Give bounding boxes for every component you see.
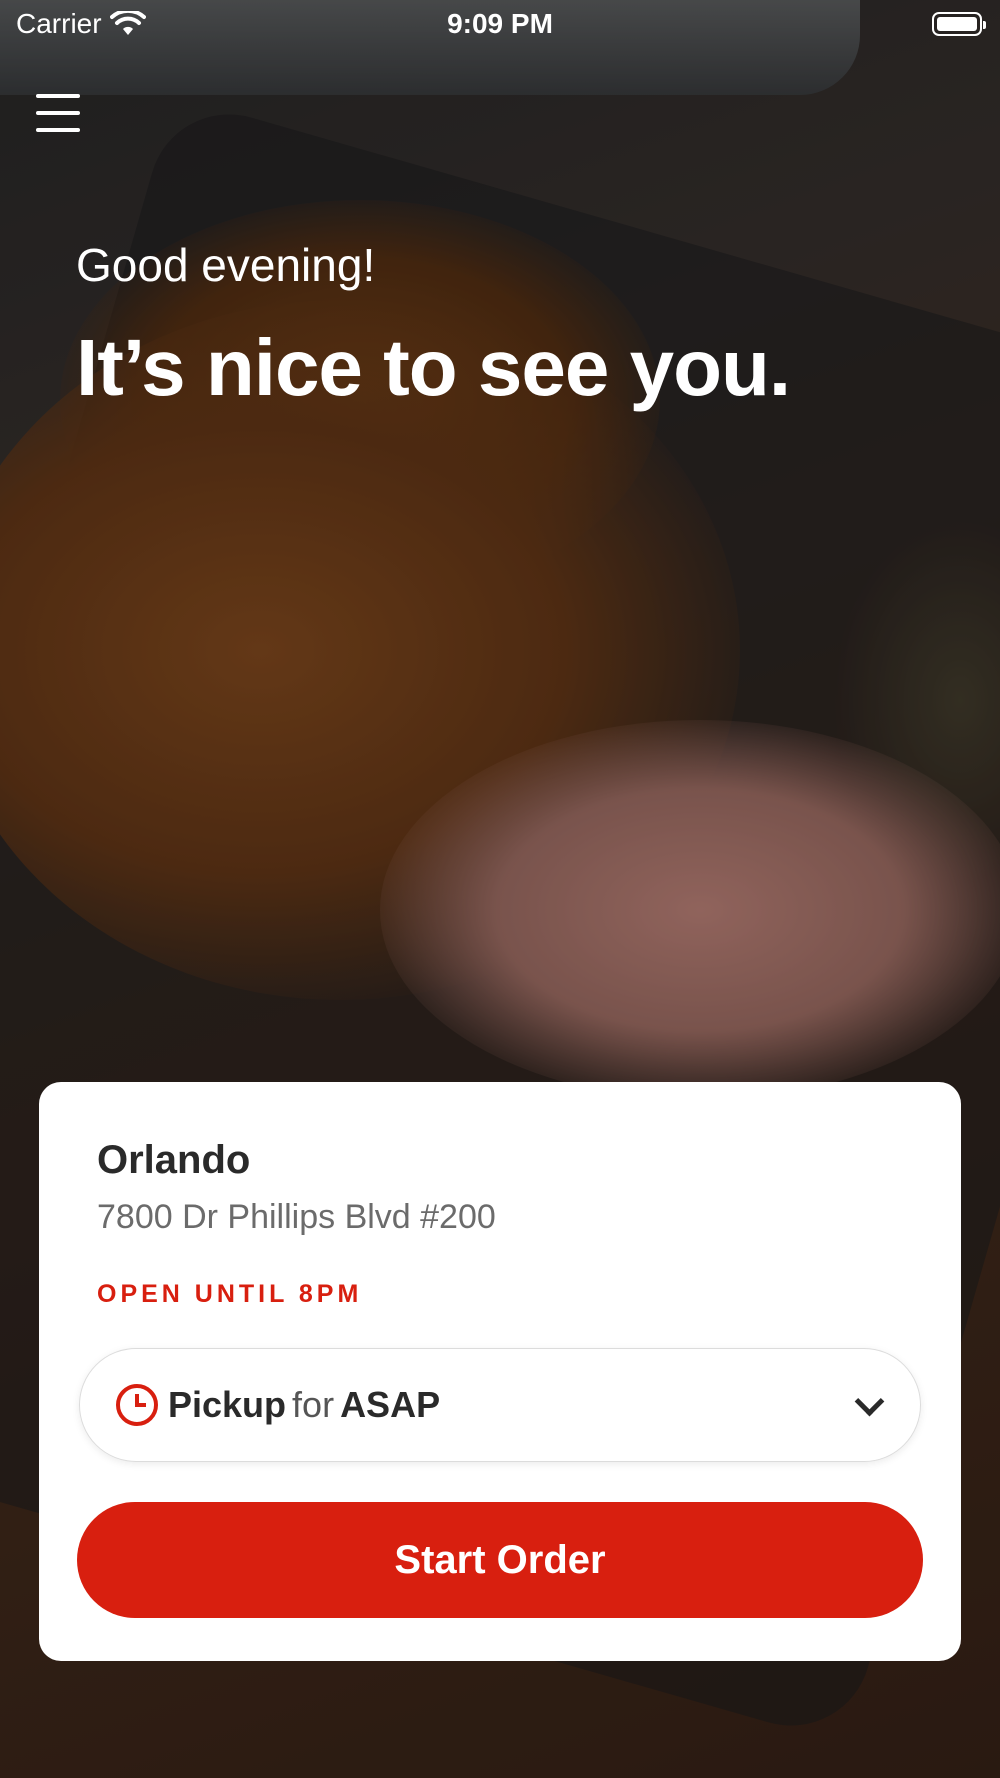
status-bar: Carrier 9:09 PM [0,0,1000,50]
order-mode-type: Pickup [168,1384,287,1425]
greeting-text: Good evening! [76,239,376,291]
order-mode-selector[interactable]: Pickup for ASAP [79,1348,921,1462]
order-mode-connector: for [292,1384,335,1425]
menu-icon[interactable] [36,94,80,132]
chevron-down-icon [854,1386,885,1417]
battery-icon [932,12,986,36]
start-order-button[interactable]: Start Order [77,1502,923,1618]
location-address: 7800 Dr Phillips Blvd #200 [97,1198,496,1236]
location-hours: OPEN UNTIL 8PM [97,1280,363,1308]
order-mode-text: Pickup for ASAP [168,1384,440,1426]
location-name: Orlando [97,1138,251,1182]
location-card: Orlando 7800 Dr Phillips Blvd #200 OPEN … [39,1082,961,1661]
headline-text: It’s nice to see you. [76,323,791,412]
clock-icon [116,1384,158,1426]
order-mode-time: ASAP [340,1384,441,1425]
status-time: 9:09 PM [447,8,553,39]
